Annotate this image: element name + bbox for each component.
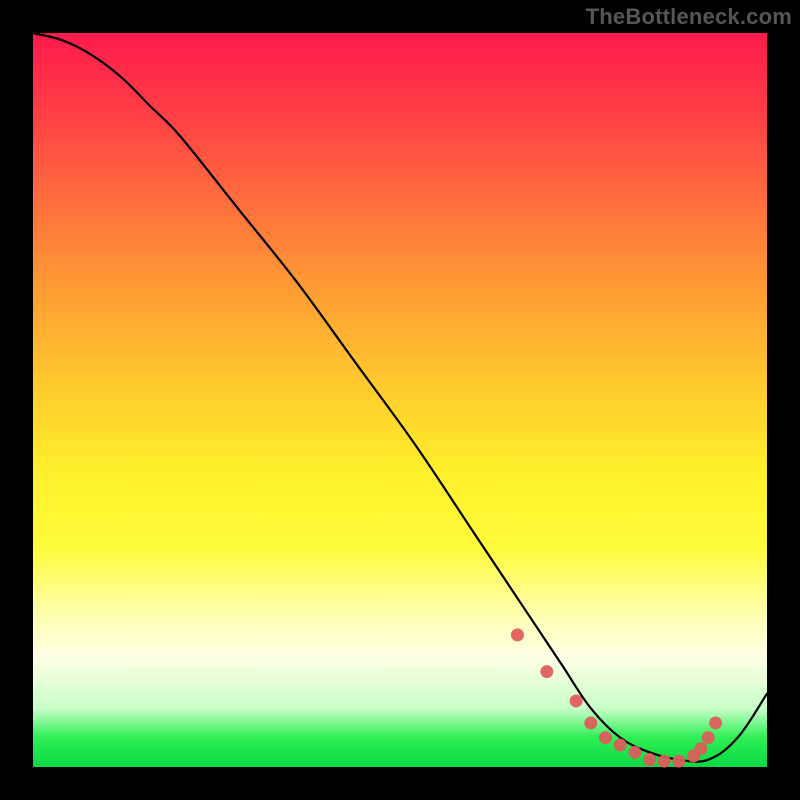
valley-dot (628, 746, 641, 759)
valley-dot (511, 628, 524, 641)
valley-dot (614, 738, 627, 751)
chart-frame: TheBottleneck.com (0, 0, 800, 800)
valley-dot (702, 731, 715, 744)
valley-dot (584, 716, 597, 729)
watermark-text: TheBottleneck.com (586, 4, 792, 30)
valley-dots-group (511, 628, 722, 767)
curve-layer (33, 33, 767, 767)
valley-dot (672, 755, 685, 768)
plot-area (33, 33, 767, 767)
valley-dot (658, 755, 671, 768)
valley-dot (570, 694, 583, 707)
valley-dot (694, 742, 707, 755)
valley-dot (599, 731, 612, 744)
valley-dot (540, 665, 553, 678)
valley-dot (643, 753, 656, 766)
valley-dot (709, 716, 722, 729)
bottleneck-curve (33, 33, 767, 762)
